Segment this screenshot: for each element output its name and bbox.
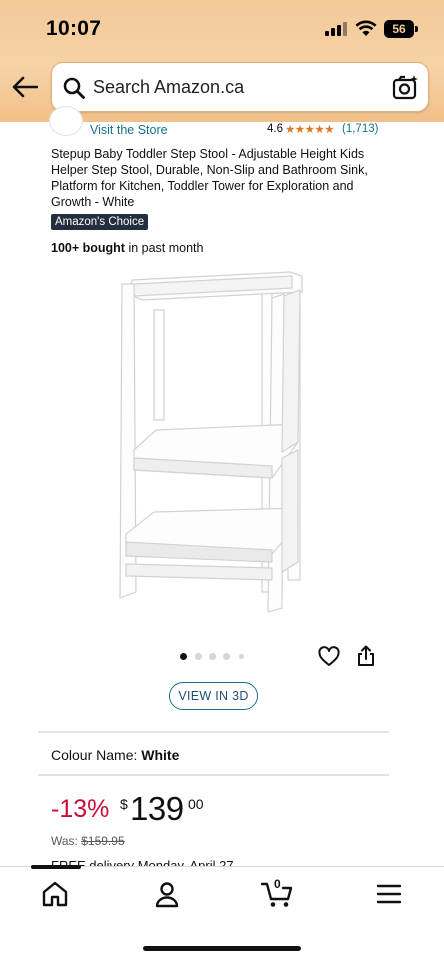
- account-icon[interactable]: [152, 879, 182, 909]
- price-currency: $: [120, 796, 128, 812]
- cellular-signal-icon: [325, 22, 347, 36]
- menu-icon[interactable]: [374, 879, 404, 909]
- rating-stars-icon[interactable]: ★★★★★: [285, 122, 335, 136]
- battery-icon: 56: [384, 20, 418, 38]
- colour-name-row[interactable]: Colour Name: White: [51, 747, 179, 763]
- bought-period: in past month: [124, 241, 204, 255]
- search-bar[interactable]: [51, 62, 429, 112]
- app-header: 10:07 56: [0, 0, 444, 122]
- home-indicator-bar[interactable]: [143, 946, 301, 951]
- image-carousel-dots[interactable]: [180, 653, 250, 663]
- search-icon: [63, 77, 85, 99]
- nav-active-indicator: [31, 865, 81, 869]
- was-price: Was: $159.95: [51, 834, 125, 848]
- home-icon[interactable]: [40, 879, 70, 909]
- bought-in-past-month: 100+ bought in past month: [51, 241, 203, 255]
- was-label: Was:: [51, 834, 82, 848]
- store-row: Visit the Store 4.6 ★★★★★ (1,713): [0, 106, 444, 144]
- battery-level: 56: [392, 22, 406, 36]
- status-bar: 10:07 56: [0, 0, 444, 58]
- carousel-dot-4[interactable]: [223, 653, 230, 660]
- carousel-dot-2[interactable]: [195, 653, 202, 660]
- bought-count: 100+ bought: [51, 241, 125, 255]
- product-title: Stepup Baby Toddler Step Stool - Adjusta…: [51, 147, 368, 209]
- amazons-choice-badge[interactable]: Amazon's Choice: [51, 214, 149, 230]
- price-fraction: 00: [188, 796, 204, 812]
- camera-search-icon[interactable]: [392, 74, 420, 100]
- rating-count-link[interactable]: (1,713): [342, 123, 378, 135]
- cart-count: 0: [274, 877, 281, 891]
- visit-store-link[interactable]: Visit the Store: [90, 123, 168, 137]
- colour-value: White: [141, 747, 180, 763]
- carousel-dot-3[interactable]: [209, 653, 216, 660]
- carousel-dot-1[interactable]: [180, 653, 187, 660]
- discount-percent: -13%: [51, 795, 110, 823]
- search-input[interactable]: [93, 63, 383, 111]
- product-image[interactable]: [112, 262, 324, 622]
- price-whole: 139: [130, 790, 184, 827]
- cart-button[interactable]: 0: [261, 877, 295, 909]
- colour-label: Colour Name:: [51, 747, 142, 763]
- back-arrow-icon[interactable]: [12, 76, 38, 98]
- heart-icon[interactable]: [318, 646, 340, 668]
- view-in-3d-button[interactable]: VIEW IN 3D: [169, 682, 258, 710]
- store-logo[interactable]: [49, 106, 83, 136]
- was-value: $159.95: [81, 834, 125, 848]
- rating-value: 4.6: [267, 123, 283, 135]
- share-icon[interactable]: [356, 645, 376, 667]
- status-time: 10:07: [46, 17, 102, 40]
- divider: [38, 774, 389, 776]
- wifi-icon: [355, 20, 377, 36]
- carousel-dot-5[interactable]: [239, 654, 244, 659]
- divider: [38, 731, 389, 733]
